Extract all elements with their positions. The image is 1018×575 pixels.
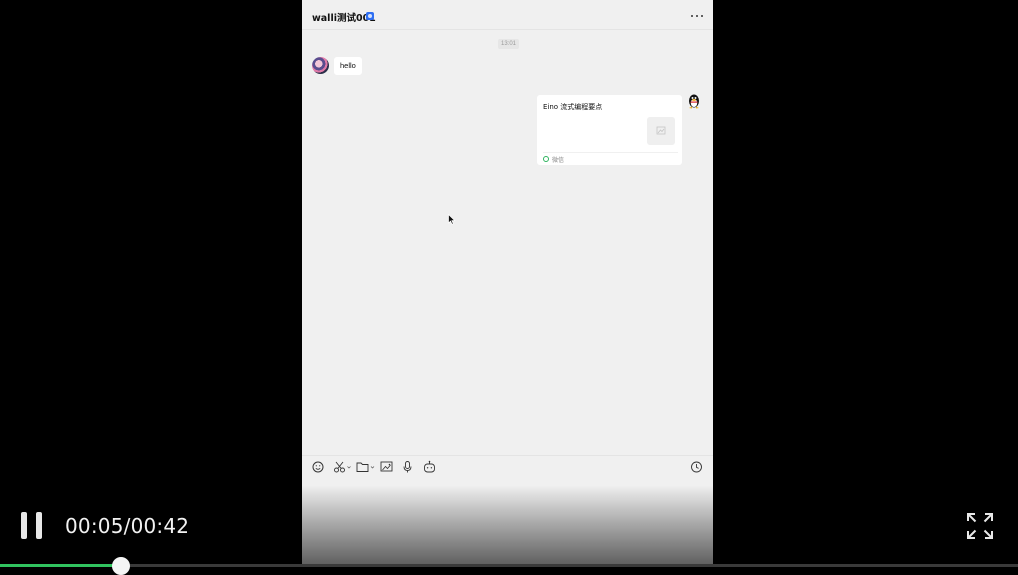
message-bubble[interactable]: hello (334, 57, 362, 75)
fullscreen-icon[interactable] (966, 512, 994, 540)
microphone-icon[interactable] (402, 460, 413, 474)
video-frame: walli测试001 13:01 hello Eino 流式编程要点 微信 (302, 0, 713, 567)
card-divider (543, 152, 678, 153)
card-title: Eino 流式编程要点 (543, 103, 603, 111)
message-timestamp: 13:01 (498, 39, 520, 49)
avatar[interactable] (312, 57, 329, 74)
history-icon[interactable] (690, 460, 703, 474)
mouse-cursor-icon (448, 212, 456, 225)
verified-badge-icon (366, 12, 374, 20)
time-display: 00:05/00:42 (65, 514, 190, 538)
scissors-icon[interactable] (333, 460, 353, 474)
video-player: walli测试001 13:01 hello Eino 流式编程要点 微信 00… (0, 0, 1018, 575)
qq-penguin-avatar-icon[interactable] (687, 93, 701, 109)
image-icon[interactable] (380, 460, 393, 474)
input-toolbar (302, 455, 713, 479)
chat-header: walli测试001 (302, 0, 713, 30)
more-icon[interactable] (690, 11, 704, 21)
image-placeholder-icon (647, 117, 675, 145)
progress-handle[interactable] (112, 557, 131, 575)
wechat-source-icon (543, 156, 549, 162)
folder-icon[interactable] (356, 460, 378, 474)
robot-icon[interactable] (423, 460, 436, 474)
emoji-icon[interactable] (312, 460, 324, 474)
link-card[interactable]: Eino 流式编程要点 微信 (537, 95, 682, 165)
pause-icon[interactable] (21, 512, 43, 539)
controls-gradient (302, 485, 713, 567)
card-source: 微信 (552, 157, 565, 164)
